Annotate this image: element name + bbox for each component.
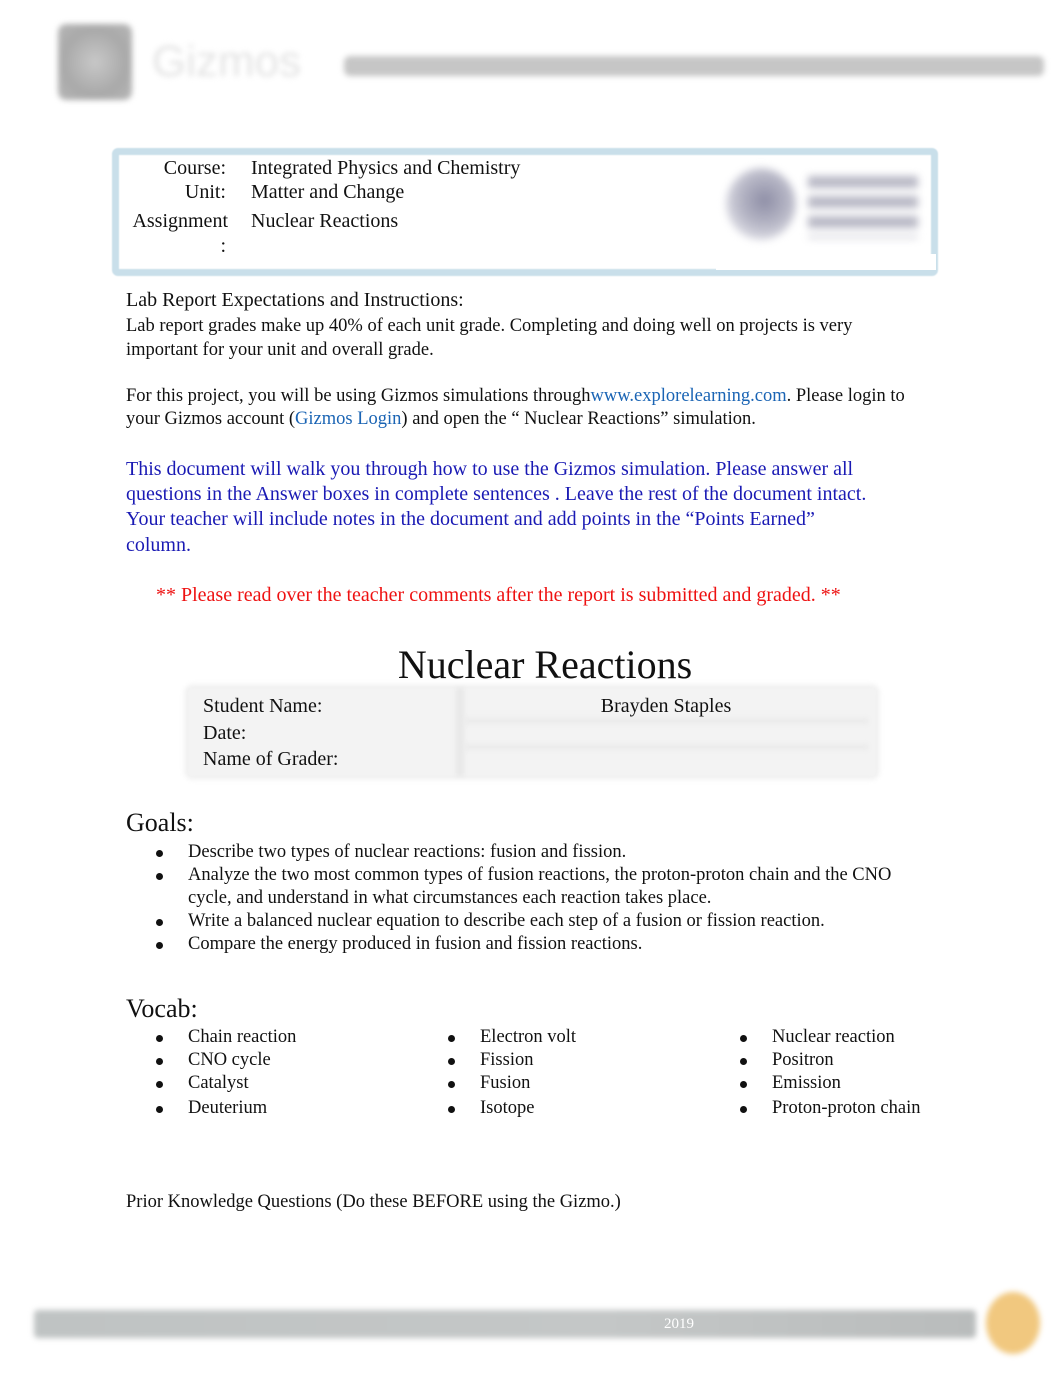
blue-instruction-line: Your teacher will include notes in the d… — [126, 508, 815, 530]
assignment-label: Assignment — [132, 210, 228, 232]
vocab-term: Electron volt — [480, 1027, 577, 1047]
goal-item: Analyze the two most common types of fus… — [126, 864, 946, 910]
blue-instruction-line: column. — [126, 534, 191, 556]
vocab-term: Deuterium — [188, 1098, 268, 1118]
vocab-item: Isotope — [418, 1097, 698, 1120]
gizmos-logo-text: Gizmos — [152, 37, 302, 86]
vocab-item: CNO cycle — [126, 1049, 406, 1072]
date-label: Date: — [203, 722, 247, 744]
vocab-heading: Vocab: — [126, 994, 198, 1023]
vocab-item: Electron volt — [418, 1026, 698, 1049]
footer-year: 2019 — [664, 1316, 694, 1332]
school-logo-text — [808, 176, 918, 238]
vocab-term: CNO cycle — [188, 1050, 271, 1070]
grader-label: Name of Grader: — [203, 748, 339, 770]
goal-text: Compare the energy produced in fusion an… — [188, 934, 643, 954]
vocab-term: Fission — [480, 1050, 534, 1070]
explorelearning-link[interactable]: www.explorelearning.com — [591, 386, 787, 406]
bullet-icon — [156, 1081, 163, 1088]
vocab-term: Proton-proton chain — [772, 1098, 921, 1118]
goal-item: Compare the energy produced in fusion an… — [126, 933, 946, 956]
para2-line2-post: ) and open the “ Nuclear Reactions” simu… — [401, 409, 756, 429]
bullet-icon — [156, 942, 163, 949]
goal-text-cont: cycle, and understand in what circumstan… — [188, 888, 712, 908]
school-logo-icon — [726, 168, 796, 240]
vocab-item: Proton-proton chain — [710, 1097, 1010, 1120]
info-box-gap — [716, 254, 936, 270]
instructions-para2-line1: For this project, you will be using Gizm… — [126, 384, 905, 408]
para2-post: . Please login to — [786, 386, 905, 406]
vocab-item: Fusion — [418, 1072, 698, 1095]
instructions-para1-line2: important for your unit and overall grad… — [126, 340, 434, 360]
vocab-item: Fission — [418, 1049, 698, 1072]
bullet-icon — [740, 1058, 747, 1065]
bullet-icon — [156, 919, 163, 926]
vocab-item: Nuclear reaction — [710, 1026, 1010, 1049]
instructions-para2-line2: your Gizmos account (Gizmos Login) and o… — [126, 407, 756, 431]
goal-text: Describe two types of nuclear reactions:… — [188, 842, 627, 862]
header-bar — [344, 56, 1044, 76]
vocab-term: Emission — [772, 1073, 841, 1093]
goal-text: Write a balanced nuclear equation to des… — [188, 911, 825, 931]
gizmos-logo-icon — [58, 24, 132, 100]
assignment-value: Nuclear Reactions — [251, 210, 399, 232]
bullet-icon — [448, 1035, 455, 1042]
prior-knowledge-heading: Prior Knowledge Questions (Do these BEFO… — [126, 1190, 621, 1214]
vocab-column-2: Electron volt Fission Fusion Isotope — [418, 1026, 698, 1120]
unit-value: Matter and Change — [251, 181, 405, 203]
bullet-icon — [156, 850, 163, 857]
student-name-value[interactable]: Brayden Staples — [464, 694, 868, 718]
bullet-icon — [156, 1058, 163, 1065]
teacher-comments-note: ** Please read over the teacher comments… — [156, 584, 841, 606]
vocab-item: Chain reaction — [126, 1026, 406, 1049]
bullet-icon — [740, 1081, 747, 1088]
vocab-term: Positron — [772, 1050, 834, 1070]
goal-item: Write a balanced nuclear equation to des… — [126, 910, 946, 933]
goal-text: Analyze the two most common types of fus… — [188, 865, 892, 885]
footer-bar — [34, 1310, 976, 1338]
vocab-item: Emission — [710, 1072, 1010, 1095]
bullet-icon — [156, 873, 163, 880]
vocab-term: Fusion — [480, 1073, 531, 1093]
vocab-term: Chain reaction — [188, 1027, 297, 1047]
vocab-item: Catalyst — [126, 1072, 406, 1095]
vocab-term: Nuclear reaction — [772, 1027, 895, 1047]
bullet-icon — [156, 1035, 163, 1042]
document-title: Nuclear Reactions — [397, 642, 693, 687]
grader-value[interactable] — [464, 747, 868, 769]
bullet-icon — [448, 1058, 455, 1065]
prior-knowledge-note: (Do these BEFORE using the Gizmo.) — [336, 1192, 621, 1212]
goals-list: Describe two types of nuclear reactions:… — [126, 841, 946, 956]
vocab-column-3: Nuclear reaction Positron Emission Proto… — [710, 1026, 1010, 1120]
para2-line2-pre: your Gizmos account ( — [126, 409, 296, 429]
vocab-term: Isotope — [480, 1098, 535, 1118]
goal-item: Describe two types of nuclear reactions:… — [126, 841, 946, 864]
bullet-icon — [448, 1106, 455, 1113]
course-value: Integrated Physics and Chemistry — [251, 157, 521, 179]
assignment-label-colon: : — [220, 235, 226, 257]
student-name-label: Student Name: — [203, 695, 323, 717]
vocab-item: Positron — [710, 1049, 1010, 1072]
para2-pre: For this project, you will be using Gizm… — [126, 386, 591, 406]
bullet-icon — [740, 1035, 747, 1042]
vocab-column-1: Chain reaction CNO cycle Catalyst Deuter… — [126, 1026, 406, 1120]
vocab-item: Deuterium — [126, 1097, 406, 1120]
unit-label: Unit: — [184, 181, 226, 203]
vocab-term: Catalyst — [188, 1073, 249, 1093]
page-number-badge — [986, 1292, 1040, 1354]
gizmos-login-link[interactable]: Gizmos Login — [295, 409, 401, 429]
bullet-icon — [740, 1106, 747, 1113]
prior-knowledge-title: Prior Knowledge Questions — [126, 1192, 332, 1212]
bullet-icon — [156, 1106, 163, 1113]
course-label: Course: — [163, 157, 226, 179]
blue-instruction-line: questions in the Answer boxes in complet… — [126, 483, 867, 505]
bullet-icon — [448, 1081, 455, 1088]
table-divider — [456, 688, 464, 776]
blue-instruction-line: This document will walk you through how … — [126, 458, 854, 480]
instructions-heading: Lab Report Expectations and Instructions… — [126, 289, 464, 311]
instructions-para1-line1: Lab report grades make up 40% of each un… — [126, 316, 853, 336]
goals-heading: Goals: — [126, 808, 194, 837]
date-value[interactable] — [464, 721, 868, 743]
